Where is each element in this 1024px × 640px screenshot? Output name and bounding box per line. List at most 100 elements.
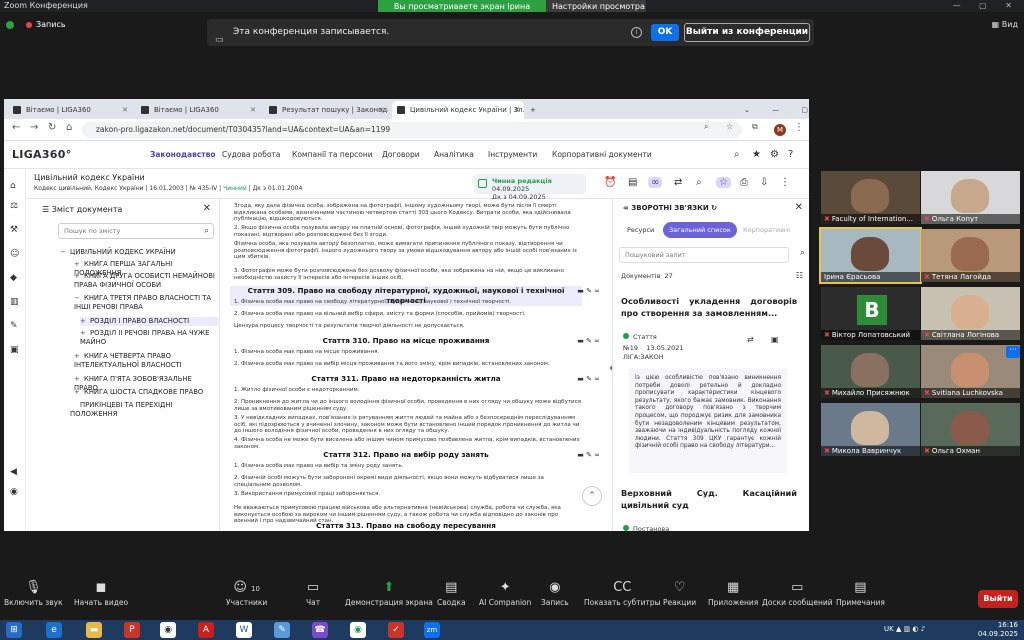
toc-item[interactable]: + КНИГА ДРУГА ОСОБИСТІ НЕМАЙНОВІ ПРАВА ФІ…	[74, 272, 216, 290]
record-button[interactable]: ◉ Запись	[541, 580, 569, 607]
participant-tile[interactable]: ✖ Тетяна Лагойда	[921, 229, 1020, 282]
article-actions-icon[interactable]: ▬ ✎ ∞	[577, 375, 600, 383]
home-icon[interactable]: ⌂	[66, 122, 72, 133]
profile-avatar[interactable]: M	[774, 124, 786, 136]
participant-tile[interactable]: ✖ Михайло Присяжнюк	[821, 345, 920, 398]
toc-search-input[interactable]: Пошук по змісту ⌕	[58, 223, 214, 239]
participant-tile[interactable]: ✖ Ольга Охман	[921, 403, 1020, 456]
bookmark-star-icon[interactable]: ☆	[726, 122, 733, 131]
pdf-icon[interactable]: A	[198, 622, 214, 638]
browser-menu-icon[interactable]: ⋮	[794, 122, 804, 133]
chrome-icon[interactable]: ◉	[160, 622, 176, 638]
print-icon[interactable]: ⎙	[740, 177, 748, 188]
doc-favorite-icon[interactable]: ☆	[716, 177, 731, 188]
explorer-icon[interactable]: ▬	[86, 622, 102, 638]
menu-legislation[interactable]: Законодавство	[150, 150, 216, 159]
article-actions-icon[interactable]: ▬ ✎ ∞	[577, 337, 600, 345]
favorite-star-icon[interactable]: ★	[752, 149, 761, 160]
doc-search-icon[interactable]: ⌕	[696, 177, 702, 188]
tab-general-list[interactable]: Загальний список	[663, 222, 737, 238]
menu-tools[interactable]: Інструменти	[488, 150, 537, 159]
close-icon[interactable]: ✕	[203, 203, 211, 214]
links-icon[interactable]: ∞	[648, 177, 663, 188]
settings-icon[interactable]: ⚙	[770, 149, 779, 160]
article-311-heading[interactable]: Стаття 311. Право на недоторканність жит…	[230, 374, 582, 384]
browser-tab[interactable]: Вітаємо | LIGA360 ✕	[136, 101, 260, 119]
system-tray[interactable]: UK ▲ ▥ ◐ ♪	[884, 625, 925, 633]
scroll-up-button[interactable]: ⌃	[582, 486, 602, 506]
extensions-icon[interactable]: ⧉	[752, 122, 758, 132]
toc-item[interactable]: ПРИКІНЦЕВІ ТА ПЕРЕХІДНІ ПОЛОЖЕННЯ	[70, 401, 216, 419]
article-310-heading[interactable]: Стаття 310. Право на місце проживання	[230, 336, 582, 346]
view-button[interactable]: ▦ Вид	[992, 20, 1018, 29]
user-icon[interactable]: ◉	[10, 487, 18, 497]
tools-icon[interactable]: ✎	[10, 321, 18, 331]
chat-button[interactable]: ▭ Чат	[306, 580, 320, 607]
article-313-heading[interactable]: Стаття 313. Право на свободу пересування	[230, 521, 582, 531]
toc-item[interactable]: + РОЗДІЛ ІІ РЕЧОВІ ПРАВА НА ЧУЖЕ МАЙНО	[80, 329, 216, 347]
toc-item[interactable]: + КНИГА ЧЕТВЕРТА ПРАВО ІНТЕЛЕКТУАЛЬНОЇ ВЛ…	[74, 352, 216, 370]
summary-button[interactable]: ▤ Сводка	[437, 580, 466, 607]
window-controls[interactable]: — ▢ ✕	[953, 0, 1020, 12]
paint-icon[interactable]: ✎	[274, 622, 290, 638]
compare-icon[interactable]: ⇄	[747, 335, 754, 344]
close-icon[interactable]: ✕	[795, 202, 803, 213]
reload-icon[interactable]: ↻	[48, 122, 56, 133]
exit-meeting-button[interactable]: Выйти из конференции	[684, 23, 810, 42]
zoom-icon[interactable]: zm	[424, 622, 440, 638]
toc-item[interactable]: − КНИГА ТРЕТЯ ПРАВО ВЛАСНОСТІ ТА ІНШІ РЕЧ…	[74, 294, 216, 312]
ie-icon[interactable]: e	[46, 622, 62, 638]
article-312-heading[interactable]: Стаття 312. Право на вибір роду занять	[230, 450, 582, 460]
viber-icon[interactable]: ☎	[312, 622, 328, 638]
compare-icon[interactable]: ⇄	[674, 177, 682, 188]
document-icon[interactable]: ▤	[628, 177, 637, 188]
gavel-icon[interactable]: ⚒	[10, 225, 18, 235]
share-screen-button[interactable]: ⬆ Демонстрация экрана	[345, 580, 433, 607]
close-tab-icon[interactable]: ✕	[250, 101, 256, 119]
backlinks-search-input[interactable]: Пошуковий запит	[619, 247, 789, 263]
browser-tab-active[interactable]: Цивільний кодекс України | Зл... ✕	[392, 101, 524, 119]
browser-window-controls[interactable]: ⌄ — ▢ ✕	[740, 101, 809, 119]
backlink-card[interactable]: Верховний Суд. Касаційний цивільний суд …	[621, 487, 797, 531]
forward-icon[interactable]: →	[30, 122, 38, 133]
home-icon[interactable]: ⌂	[10, 181, 16, 191]
captions-button[interactable]: CC Показать субтитры	[584, 580, 661, 607]
article-actions-icon[interactable]: ▬ ✎ ∞	[577, 287, 600, 295]
participant-tile[interactable]: ✖ Микола Вавринчук	[821, 403, 920, 456]
more-options-icon[interactable]: ···	[1006, 346, 1020, 358]
participants-button[interactable]: ☺ 10 Участники	[226, 580, 267, 607]
toc-item[interactable]: − ЦИВІЛЬНИЙ КОДЕКС УКРАЇНИ	[60, 248, 216, 257]
start-video-button[interactable]: ◼ Начать видео	[74, 580, 128, 607]
card-title[interactable]: Верховний Суд. Касаційний цивільний суд	[621, 487, 797, 511]
reminder-icon[interactable]: ⏰	[604, 177, 616, 188]
filter-icon[interactable]: ☷	[796, 271, 803, 280]
megaphone-icon[interactable]: ◀	[10, 467, 17, 477]
edition-selector[interactable]: Чинна редакція 04.09.2025 Дк з 04.09.2025	[474, 174, 586, 201]
participant-tile[interactable]: ✖ Ольга Копут	[921, 171, 1020, 224]
menu-companies[interactable]: Компанії та персони	[292, 150, 373, 159]
article-actions-icon[interactable]: ▬ ✎ ∞	[577, 451, 600, 459]
start-icon[interactable]: ⊞	[6, 622, 22, 638]
participant-tile[interactable]: B ✖ Віктор Лопатовський	[821, 287, 920, 340]
apps-button[interactable]: ▦ Приложения	[708, 580, 758, 607]
tab-corporate[interactable]: Корпоративні	[737, 222, 796, 238]
toc-item-selected[interactable]: + РОЗДІЛ І ПРАВО ВЛАСНОСТІ	[80, 317, 220, 326]
app-icon[interactable]: ✓	[388, 622, 404, 638]
unmute-button[interactable]: 🎙 Включить звук	[4, 580, 63, 607]
more-icon[interactable]: ⋮	[780, 177, 790, 188]
new-tab-button[interactable]: +	[526, 101, 542, 119]
chrome-icon[interactable]: ◉	[350, 622, 366, 638]
close-tab-icon[interactable]: ✕	[122, 101, 128, 119]
tab-resources[interactable]: Ресурси	[621, 222, 660, 238]
zoom-page-icon[interactable]: ⌕	[704, 122, 708, 132]
search-icon[interactable]: ⌕	[734, 149, 740, 160]
whiteboards-button[interactable]: ▭ Доски сообщений	[762, 580, 833, 607]
url-field[interactable]: zakon-pro.ligazakon.net/document/T030435…	[82, 122, 742, 138]
search-icon[interactable]: ⌕	[800, 248, 805, 258]
close-tab-icon[interactable]: ✕	[514, 101, 520, 119]
back-icon[interactable]: ←	[12, 122, 20, 133]
menu-contracts[interactable]: Договори	[382, 150, 420, 159]
participant-tile[interactable]: ✖ Faculty of Internation...	[821, 171, 920, 224]
browser-tab[interactable]: Результат пошуку | Законода... ✕	[264, 101, 388, 119]
tag-icon[interactable]: ◆	[10, 273, 17, 283]
